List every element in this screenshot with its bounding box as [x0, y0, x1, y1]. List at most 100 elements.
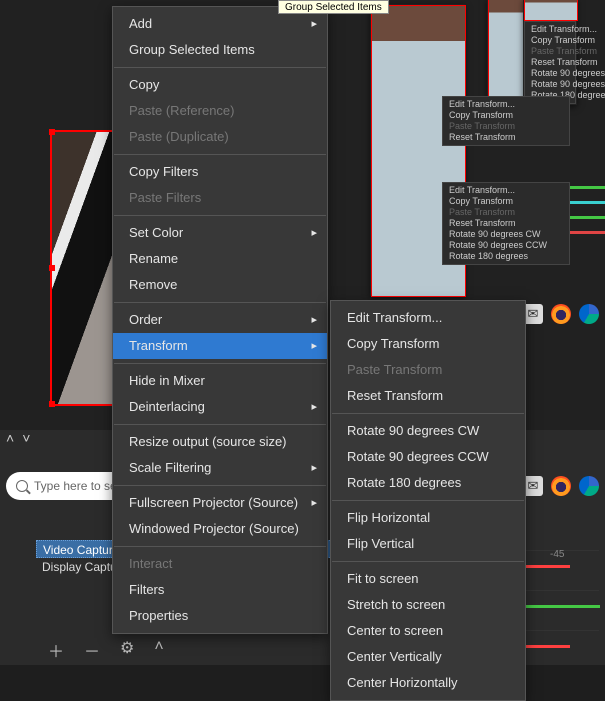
menu-item[interactable]: Windowed Projector (Source) — [113, 516, 327, 542]
add-source-icon[interactable]: ＋ — [48, 638, 64, 662]
cascade-context-menu[interactable]: Edit Transform...Copy TransformPaste Tra… — [442, 96, 570, 146]
menu-item[interactable]: Copy — [113, 72, 327, 98]
menu-item[interactable]: Edit Transform... — [445, 185, 567, 196]
menu-item: Paste Transform — [527, 46, 573, 57]
selected-source-bounds[interactable] — [50, 130, 114, 406]
menu-item[interactable]: Rotate 90 degrees CCW — [527, 79, 573, 90]
cascade-preview: Edit Transform...Copy TransformPaste Tra… — [523, 0, 577, 105]
resize-handle[interactable] — [49, 401, 55, 407]
menu-item[interactable]: Reset Transform — [527, 57, 573, 68]
menu-item[interactable]: Group Selected Items — [113, 37, 327, 63]
menu-item: Paste Transform — [331, 357, 525, 383]
edge-icon[interactable] — [579, 304, 599, 324]
menu-item[interactable]: Stretch to screen — [331, 592, 525, 618]
menu-item[interactable]: Hide in Mixer — [113, 368, 327, 394]
transform-submenu[interactable]: Edit Transform...Copy TransformPaste Tra… — [330, 300, 526, 701]
menu-separator — [114, 424, 326, 425]
menu-item[interactable]: Rotate 90 degrees CCW — [331, 444, 525, 470]
chevron-right-icon: ▸ — [311, 455, 317, 481]
move-up-icon[interactable]: ˄ — [154, 638, 163, 662]
mail-icon[interactable] — [523, 476, 543, 496]
chevron-right-icon: ▸ — [311, 307, 317, 333]
menu-item[interactable]: Reset Transform — [331, 383, 525, 409]
menu-item[interactable]: Rename — [113, 246, 327, 272]
menu-item[interactable]: Order▸ — [113, 307, 327, 333]
menu-item: Paste Transform — [445, 121, 567, 132]
menu-item[interactable]: Filters — [113, 577, 327, 603]
chevron-right-icon: ▸ — [311, 394, 317, 420]
menu-item[interactable]: Copy Transform — [527, 35, 573, 46]
source-preview-image — [524, 0, 578, 21]
menu-item[interactable]: Copy Filters — [113, 159, 327, 185]
resize-handle[interactable] — [49, 129, 55, 135]
menu-item[interactable]: Edit Transform... — [445, 99, 567, 110]
menu-item[interactable]: Rotate 180 degrees — [331, 470, 525, 496]
menu-item[interactable]: Remove — [113, 272, 327, 298]
menu-item[interactable]: Rotate 90 degrees CCW — [445, 240, 567, 251]
menu-separator — [332, 561, 524, 562]
menu-item[interactable]: Rotate 90 degrees CW — [331, 418, 525, 444]
chevron-right-icon: ▸ — [311, 220, 317, 246]
chevron-right-icon: ▸ — [311, 333, 317, 359]
menu-item[interactable]: Flip Vertical — [331, 531, 525, 557]
menu-item[interactable]: Resize output (source size) — [113, 429, 327, 455]
menu-item[interactable]: Set Color▸ — [113, 220, 327, 246]
menu-separator — [114, 67, 326, 68]
menu-item[interactable]: Center Horizontally — [331, 670, 525, 696]
chevron-right-icon: ▸ — [311, 490, 317, 516]
menu-separator — [114, 363, 326, 364]
menu-item[interactable]: Transform▸ — [113, 333, 327, 359]
menu-item[interactable]: Properties — [113, 603, 327, 629]
menu-separator — [332, 413, 524, 414]
menu-separator — [114, 154, 326, 155]
cascade-transform-submenu[interactable]: Edit Transform...Copy TransformPaste Tra… — [524, 21, 576, 104]
chevron-down-icon[interactable]: ˅ — [22, 430, 30, 446]
settings-icon[interactable]: ⚙ — [120, 638, 134, 662]
source-preview-image — [52, 132, 112, 404]
firefox-icon[interactable] — [551, 304, 571, 324]
menu-item: Paste Transform — [445, 207, 567, 218]
menu-item[interactable]: Fullscreen Projector (Source)▸ — [113, 490, 327, 516]
menu-item: Paste (Reference) — [113, 98, 327, 124]
source-context-menu[interactable]: Add▸Group Selected Items CopyPaste (Refer… — [112, 6, 328, 634]
menu-item[interactable]: Scale Filtering▸ — [113, 455, 327, 481]
edge-icon[interactable] — [579, 476, 599, 496]
menu-item[interactable]: Center Vertically — [331, 644, 525, 670]
chevron-up-icon[interactable]: ˄ — [6, 430, 14, 446]
menu-item[interactable]: Rotate 90 degrees CW — [527, 68, 573, 79]
menu-item[interactable]: Fit to screen — [331, 566, 525, 592]
menu-item[interactable]: Edit Transform... — [527, 24, 573, 35]
menu-item[interactable]: Edit Transform... — [331, 305, 525, 331]
chevron-right-icon: ▸ — [311, 11, 317, 37]
menu-separator — [114, 485, 326, 486]
sources-toolbar: ＋ － ⚙ ˄ — [48, 638, 164, 662]
timeline-tick: -45 — [550, 549, 564, 560]
menu-item: Paste (Duplicate) — [113, 124, 327, 150]
cascade-transform-submenu[interactable]: Edit Transform...Copy TransformPaste Tra… — [442, 182, 570, 265]
menu-item[interactable]: Copy Transform — [445, 196, 567, 207]
menu-separator — [114, 546, 326, 547]
menu-item: Paste Filters — [113, 185, 327, 211]
mail-icon[interactable] — [523, 304, 543, 324]
menu-item[interactable]: Rotate 90 degrees CW — [445, 229, 567, 240]
search-placeholder: Type here to sea — [34, 479, 123, 493]
menu-item[interactable]: Copy Transform — [331, 331, 525, 357]
resize-handle[interactable] — [49, 265, 55, 271]
search-icon — [16, 480, 28, 492]
menu-separator — [114, 302, 326, 303]
taskbar-icons — [523, 476, 599, 496]
menu-item[interactable]: Flip Horizontal — [331, 505, 525, 531]
menu-separator — [114, 215, 326, 216]
firefox-icon[interactable] — [551, 476, 571, 496]
panel-header-icons: ˄ ˅ — [0, 428, 48, 448]
remove-source-icon[interactable]: － — [84, 638, 100, 662]
menu-item[interactable]: Add▸ — [113, 11, 327, 37]
menu-item[interactable]: Reset Transform — [445, 132, 567, 143]
menu-item[interactable]: Center to screen — [331, 618, 525, 644]
taskbar-icons — [523, 304, 599, 324]
menu-item[interactable]: Rotate 180 degrees — [445, 251, 567, 262]
menu-separator — [332, 500, 524, 501]
menu-item[interactable]: Deinterlacing▸ — [113, 394, 327, 420]
menu-item[interactable]: Reset Transform — [445, 218, 567, 229]
menu-item[interactable]: Copy Transform — [445, 110, 567, 121]
